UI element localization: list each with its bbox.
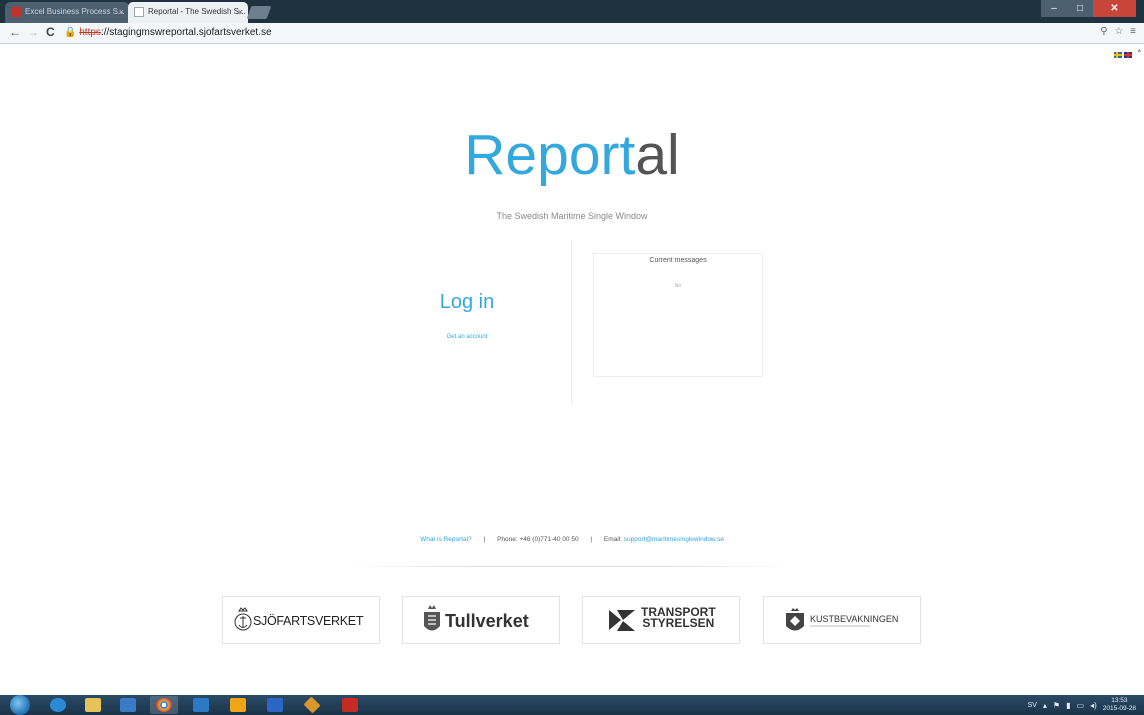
- taskbar-file-explorer[interactable]: [79, 696, 107, 714]
- start-orb-icon[interactable]: [10, 695, 30, 715]
- taskbar-chrome[interactable]: [150, 696, 178, 714]
- customs-crest-icon: [424, 605, 440, 631]
- current-messages-empty: No: [674, 283, 682, 289]
- language-indicator[interactable]: SV: [1028, 702, 1037, 709]
- insecure-lock-icon: 🔒: [64, 27, 77, 38]
- clock-time: 13:53: [1111, 697, 1128, 704]
- media-player-icon: [120, 698, 136, 712]
- logo-part-report: Report: [464, 123, 636, 187]
- clock[interactable]: 13:53 2015-09-28: [1103, 697, 1136, 713]
- logo-part-al: al: [635, 123, 680, 187]
- new-tab-button[interactable]: [246, 6, 272, 19]
- tab-title: Excel Business Process S...: [25, 7, 125, 16]
- partner-sjofartsverket[interactable]: SJÖFARTSVERKET: [222, 596, 380, 644]
- acrobat-icon: [342, 698, 358, 712]
- partner-transportstyrelsen[interactable]: TRANSPORT STYRELSEN: [582, 596, 740, 644]
- lync-icon: [193, 698, 209, 712]
- url-scheme: https: [79, 27, 101, 38]
- zoom-icon[interactable]: ⚲: [1100, 26, 1107, 37]
- forward-arrow-icon[interactable]: →: [27, 25, 39, 39]
- tab-close-icon[interactable]: ×: [119, 2, 124, 22]
- partner-name: Tullverket: [445, 611, 529, 631]
- close-window-button[interactable]: ✕: [1093, 0, 1136, 17]
- partner-subtitle-line: [810, 625, 870, 627]
- footer-phone: Phone: +46 (0)771-40 00 50: [497, 536, 579, 543]
- get-account-link[interactable]: Get an account: [402, 334, 532, 340]
- taskbar-lync[interactable]: [187, 696, 215, 714]
- tagline: The Swedish Maritime Single Window: [496, 211, 648, 221]
- maximize-button[interactable]: □: [1067, 0, 1093, 17]
- app-icon: [303, 696, 321, 714]
- language-selector: [1114, 52, 1132, 58]
- tab-close-icon[interactable]: ×: [238, 2, 243, 22]
- support-email-link[interactable]: support@maritimesinglewindow.se: [624, 536, 724, 543]
- vertical-divider: [571, 240, 572, 404]
- anchor-crown-icon: [234, 607, 252, 631]
- browser-tab-reportal[interactable]: Reportal - The Swedish S... ×: [128, 2, 248, 23]
- taskbar-media-player[interactable]: [114, 696, 142, 714]
- action-center-flag-icon[interactable]: ⚑: [1053, 701, 1060, 710]
- back-arrow-icon[interactable]: ←: [9, 25, 21, 39]
- volume-icon[interactable]: ◂): [1090, 701, 1097, 710]
- current-messages-panel: Current messages No: [593, 253, 763, 377]
- partner-kustbevakningen[interactable]: KUSTBEVAKNINGEN: [763, 596, 921, 644]
- reportal-logo: Reportal: [0, 120, 1144, 190]
- star-icon[interactable]: ☆: [1114, 26, 1123, 37]
- footer-divider: [345, 566, 795, 567]
- transportstyrelsen-arrow-icon: [609, 610, 635, 631]
- menu-icon[interactable]: ≡: [1130, 26, 1136, 37]
- word-icon: [267, 698, 283, 712]
- login-link[interactable]: Log in: [402, 291, 532, 314]
- footer-email-label: Email:: [603, 536, 622, 543]
- outlook-icon: [230, 698, 246, 712]
- taskbar-acrobat[interactable]: [336, 696, 364, 714]
- clock-date: 2015-09-28: [1102, 705, 1136, 712]
- partner-name: SJÖFARTSVERKET: [253, 614, 364, 628]
- windows-taskbar: SV ▴ ⚑ ▮ ▭ ◂) 13:53 2015-09-28: [0, 695, 1144, 715]
- uk-flag-icon[interactable]: [1124, 52, 1132, 58]
- tab-title: Reportal - The Swedish S...: [148, 7, 246, 16]
- browser-tab-excel[interactable]: Excel Business Process S... ×: [5, 2, 129, 23]
- taskbar-word[interactable]: [261, 696, 289, 714]
- swedish-flag-icon[interactable]: [1114, 52, 1122, 58]
- window-controls: – □ ✕: [1041, 0, 1136, 17]
- network-icon[interactable]: ▮: [1066, 701, 1070, 710]
- footer-info: What is Reportal? | Phone: +46 (0)771-40…: [0, 536, 1144, 543]
- taskbar-internet-explorer[interactable]: [44, 696, 72, 714]
- browser-tab-strip: Excel Business Process S... × Reportal -…: [0, 0, 1144, 23]
- partner-tullverket[interactable]: Tullverket: [402, 596, 560, 644]
- footer-separator: |: [590, 536, 593, 543]
- current-messages-title: Current messages: [649, 257, 707, 264]
- partner-name-line2: STYRELSEN: [642, 616, 715, 630]
- what-is-reportal-link[interactable]: What is Reportal?: [420, 536, 472, 543]
- page-content: ▴ Reportal The Swedish Maritime Single W…: [0, 44, 1144, 695]
- scrollbar-up-arrow-icon[interactable]: ▴: [1137, 46, 1141, 54]
- reload-icon[interactable]: C: [46, 25, 55, 39]
- file-explorer-icon: [85, 698, 101, 712]
- toolbar-right-tools: ⚲ ☆ ≡: [1096, 26, 1136, 37]
- coast-guard-crest-icon: [786, 608, 804, 631]
- display-icon[interactable]: ▭: [1077, 701, 1085, 710]
- excel-favicon-icon: [11, 7, 21, 17]
- system-tray: SV ▴ ⚑ ▮ ▭ ◂) 13:53 2015-09-28: [1028, 695, 1136, 715]
- chrome-icon: [156, 698, 172, 712]
- footer-separator: |: [483, 536, 486, 543]
- minimize-button[interactable]: –: [1041, 0, 1067, 17]
- partner-name: TRANSPORT STYRELSEN: [641, 606, 716, 630]
- taskbar-outlook[interactable]: [224, 696, 252, 714]
- internet-explorer-icon: [50, 698, 66, 712]
- page-favicon-icon: [134, 7, 144, 17]
- browser-toolbar: ← → C 🔒 https://stagingmswreportal.sjofa…: [0, 23, 1144, 44]
- taskbar-app[interactable]: [298, 696, 326, 714]
- show-hidden-icons-icon[interactable]: ▴: [1043, 701, 1047, 710]
- address-bar[interactable]: 🔒 https://stagingmswreportal.sjofartsver…: [64, 25, 1074, 40]
- partner-name: KUSTBEVAKNINGEN: [810, 614, 899, 624]
- url-host: ://stagingmswreportal.sjofartsverket.se: [100, 27, 272, 38]
